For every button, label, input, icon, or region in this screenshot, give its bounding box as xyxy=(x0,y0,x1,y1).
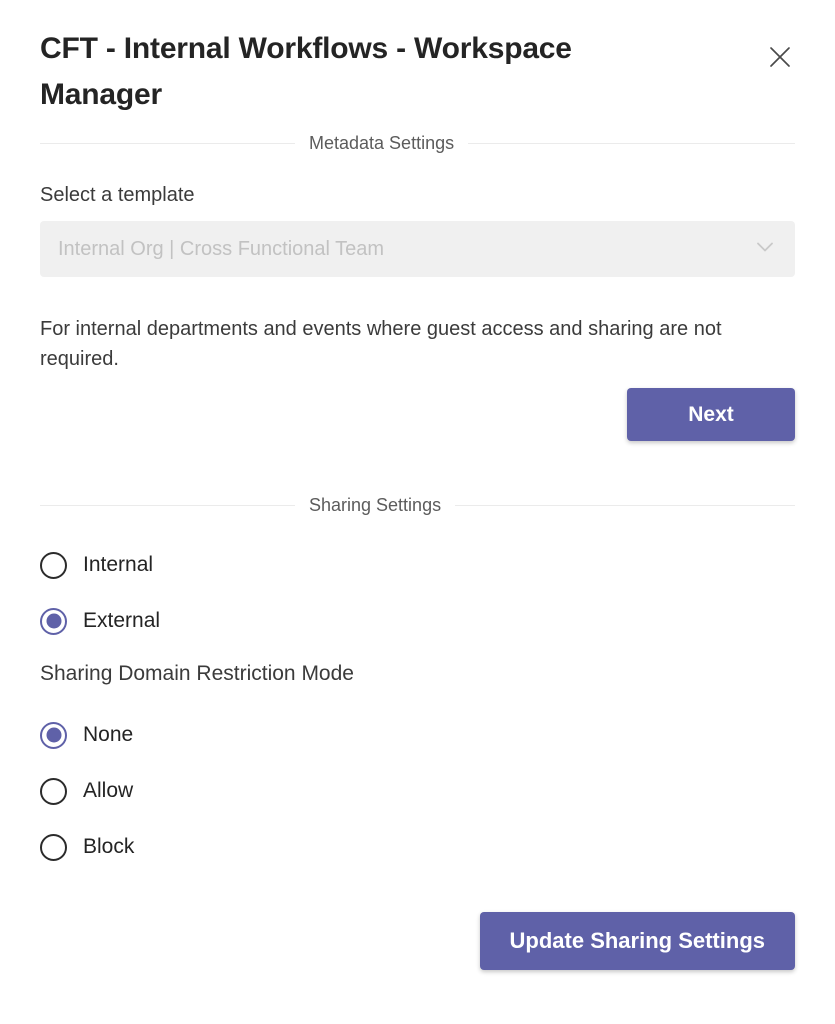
sharing-settings-label: Sharing Settings xyxy=(309,495,442,516)
next-button[interactable]: Next xyxy=(627,388,795,442)
radio-indicator[interactable] xyxy=(40,721,67,749)
select-template-label: Select a template xyxy=(40,184,195,207)
radio-indicator[interactable] xyxy=(40,777,67,805)
radio-label: None xyxy=(83,723,134,747)
radio-option-allow[interactable]: Allow xyxy=(40,768,133,814)
radio-indicator[interactable] xyxy=(40,551,67,579)
dialog-header: CFT - Internal Workflows - Workspace Man… xyxy=(40,0,795,117)
close-button[interactable] xyxy=(763,40,797,74)
metadata-settings-label: Metadata Settings xyxy=(309,133,455,154)
template-select-value: Internal Org | Cross Functional Team xyxy=(58,237,385,260)
radio-label: Allow xyxy=(83,779,134,803)
radio-label: Internal xyxy=(83,553,154,577)
sharing-domain-restriction-label: Sharing Domain Restriction Mode xyxy=(40,662,354,686)
template-select[interactable]: Internal Org | Cross Functional Team xyxy=(40,221,795,278)
radio-indicator[interactable] xyxy=(40,833,67,861)
sharing-actions: Update Sharing Settings xyxy=(40,912,795,971)
metadata-actions: Next xyxy=(40,388,795,442)
radio-option-none[interactable]: None xyxy=(40,712,133,758)
metadata-settings-divider: Metadata Settings xyxy=(40,133,795,154)
sharing-settings-section: Sharing Settings Internal External Shari… xyxy=(40,495,795,971)
restriction-mode-radio-group: None Allow Block xyxy=(40,712,795,870)
divider-rule-right xyxy=(468,143,795,145)
sharing-settings-divider: Sharing Settings xyxy=(40,495,795,516)
workspace-manager-dialog: CFT - Internal Workflows - Workspace Man… xyxy=(0,0,835,1024)
close-icon xyxy=(767,44,793,70)
update-sharing-settings-button[interactable]: Update Sharing Settings xyxy=(479,912,795,971)
divider-rule-left xyxy=(40,505,295,507)
radio-indicator[interactable] xyxy=(40,607,67,635)
page-title: CFT - Internal Workflows - Workspace Man… xyxy=(40,32,572,111)
template-description: For internal departments and events wher… xyxy=(40,318,722,370)
radio-option-internal[interactable]: Internal xyxy=(40,542,153,588)
radio-label: External xyxy=(83,609,161,633)
radio-label: Block xyxy=(83,835,135,859)
sharing-scope-radio-group: Internal External xyxy=(40,542,795,644)
radio-option-external[interactable]: External xyxy=(40,598,160,644)
chevron-down-icon xyxy=(753,235,777,264)
divider-rule-right xyxy=(455,505,795,507)
divider-rule-left xyxy=(40,143,295,145)
radio-option-block[interactable]: Block xyxy=(40,824,134,870)
